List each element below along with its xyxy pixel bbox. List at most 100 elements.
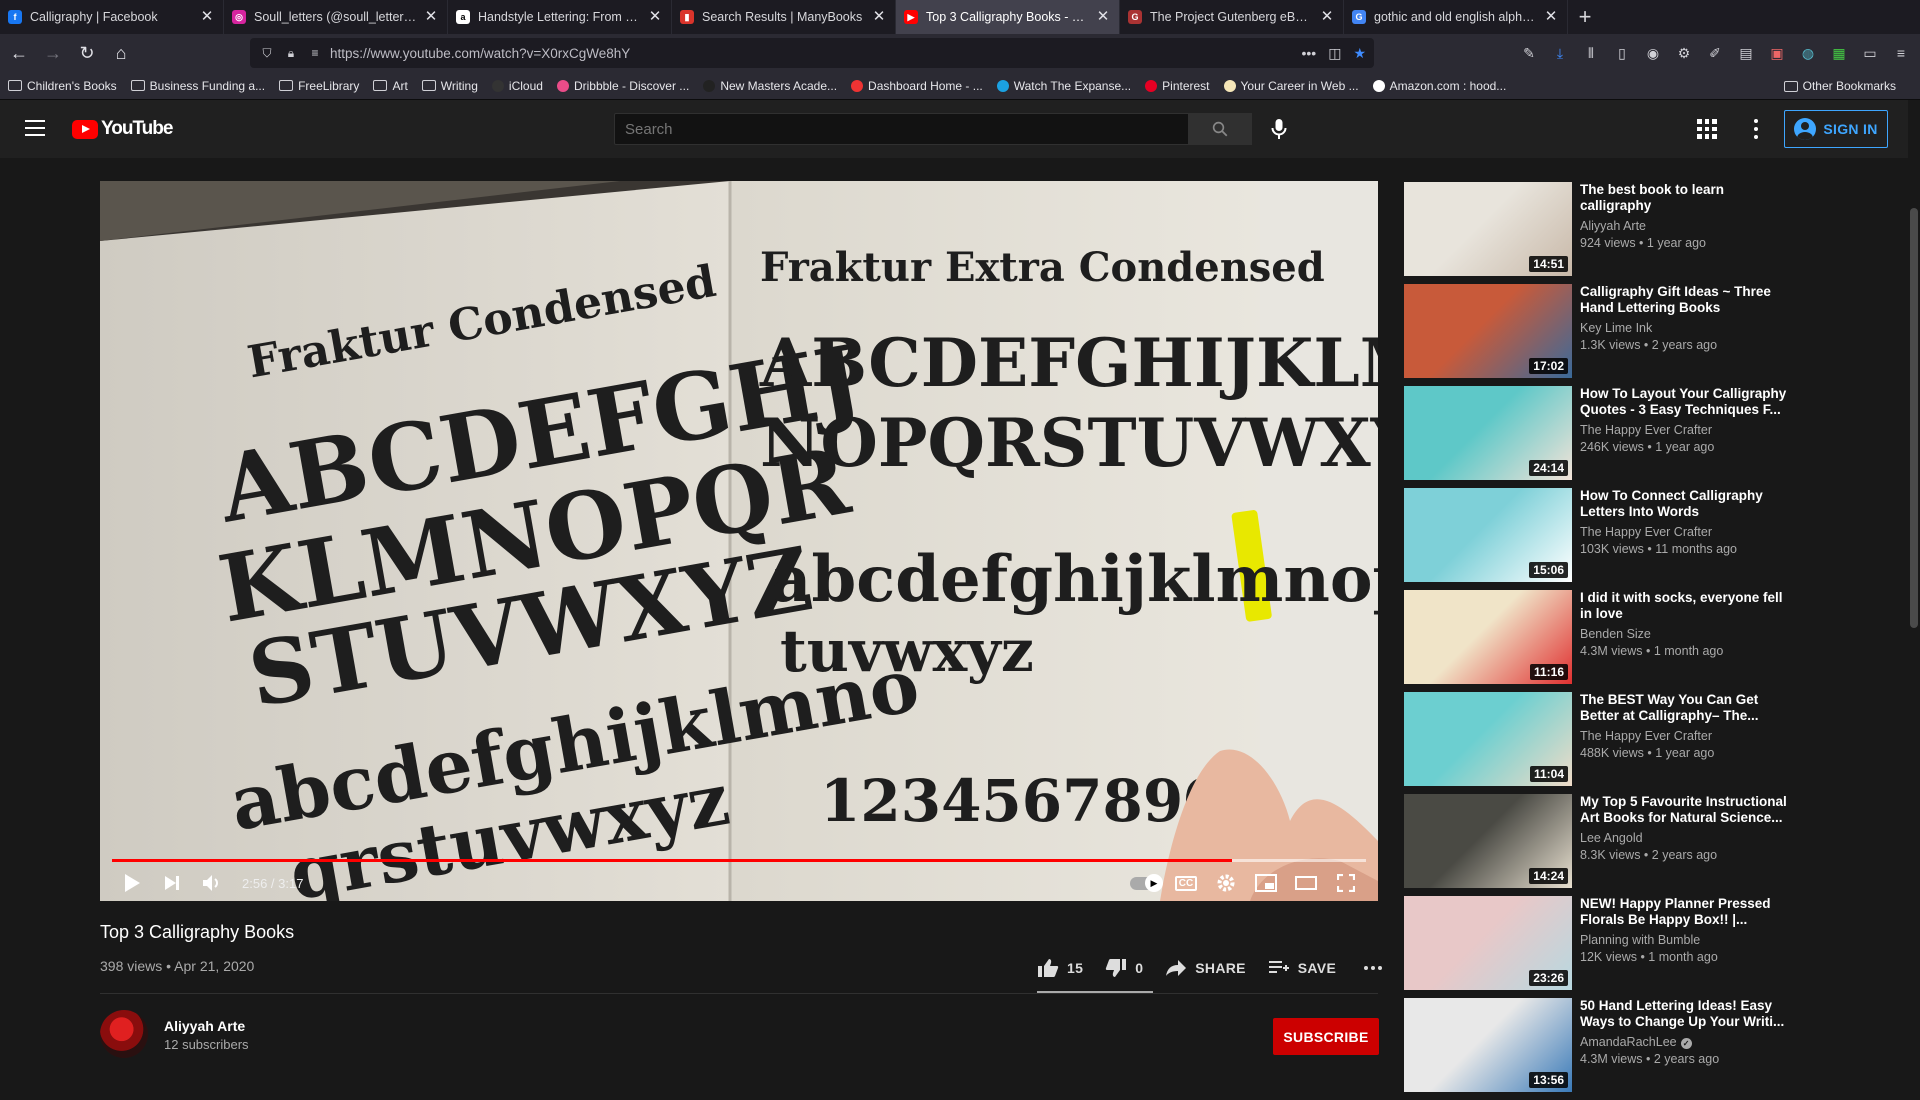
extension-note-icon[interactable]: ▤ [1737, 45, 1755, 62]
page-scrollbar[interactable] [1908, 100, 1920, 1080]
new-tab-icon[interactable]: + [1568, 0, 1602, 34]
related-video-title[interactable]: The best book to learn calligraphy [1580, 182, 1795, 214]
related-video-info[interactable]: The best book to learn calligraphy Aliyya… [1580, 182, 1795, 250]
bookmark-item[interactable]: FreeLibrary [279, 79, 359, 93]
browser-tab[interactable]: ◎ Soull_letters (@soull_letters) • Insta ✕ [224, 0, 448, 34]
sign-in-button[interactable]: SIGN IN [1784, 110, 1888, 148]
video-frame[interactable]: Fraktur Condensed ABCDEFGHJ KLMNOPQR STU… [100, 181, 1378, 901]
browser-tab[interactable]: G The Project Gutenberg eBook of ✕ [1120, 0, 1344, 34]
home-icon[interactable]: ⌂ [106, 38, 136, 68]
progress-bar[interactable] [112, 859, 1366, 862]
video-player[interactable]: Fraktur Condensed ABCDEFGHJ KLMNOPQR STU… [100, 181, 1378, 901]
theater-mode-button[interactable] [1286, 865, 1326, 901]
bookmark-item[interactable]: New Masters Acade... [703, 79, 837, 93]
share-button[interactable]: SHARE [1165, 959, 1246, 977]
related-video-item[interactable]: 24:14 How To Layout Your Calligraphy Quot… [1404, 386, 1904, 488]
bookmark-item[interactable]: Art [373, 79, 408, 93]
bookmark-item[interactable]: Amazon.com : hood... [1372, 79, 1506, 93]
video-thumbnail[interactable]: 14:51 [1404, 182, 1572, 276]
related-video-info[interactable]: The BEST Way You Can Get Better at Calli… [1580, 692, 1795, 760]
extension-screen-icon[interactable]: ▭ [1861, 45, 1879, 62]
extension-globe-icon[interactable]: ◍ [1799, 45, 1817, 62]
close-tab-icon[interactable]: ✕ [1543, 9, 1559, 25]
related-video-item[interactable]: 15:06 How To Connect Calligraphy Letters … [1404, 488, 1904, 590]
library-icon[interactable]: ⫴ [1582, 45, 1600, 62]
more-actions-icon[interactable] [1364, 966, 1383, 970]
settings-kebab-icon[interactable] [1748, 117, 1764, 141]
related-video-info[interactable]: I did it with socks, everyone fell in lo… [1580, 590, 1795, 658]
shield-icon[interactable]: ⛉ [258, 46, 276, 61]
forward-icon[interactable]: → [38, 38, 68, 68]
browser-tab[interactable]: a Handstyle Lettering: From Calligr ✕ [448, 0, 672, 34]
related-video-info[interactable]: NEW! Happy Planner Pressed Florals Be Ha… [1580, 896, 1795, 964]
extension-pen-icon[interactable]: ✐ [1706, 45, 1724, 62]
search-input[interactable] [614, 113, 1189, 145]
video-thumbnail[interactable]: 11:04 [1404, 692, 1572, 786]
related-video-title[interactable]: NEW! Happy Planner Pressed Florals Be Ha… [1580, 896, 1795, 928]
tools-icon[interactable]: ✎ [1520, 45, 1538, 62]
close-tab-icon[interactable]: ✕ [1095, 9, 1111, 25]
menu-icon[interactable]: ≡ [1892, 45, 1910, 61]
video-thumbnail[interactable]: 17:02 [1404, 284, 1572, 378]
permissions-icon[interactable]: ≡ [306, 46, 324, 60]
page-actions-icon[interactable]: ••• [1301, 45, 1316, 62]
browser-tab[interactable]: ▶ Top 3 Calligraphy Books - YouTu ✕ [896, 0, 1120, 34]
related-video-title[interactable]: Calligraphy Gift Ideas ~ Three Hand Lett… [1580, 284, 1795, 316]
channel-name[interactable]: Aliyyah Arte [164, 1018, 245, 1034]
related-video-item[interactable]: 23:26 NEW! Happy Planner Pressed Florals … [1404, 896, 1904, 998]
apps-grid-icon[interactable] [1697, 119, 1717, 139]
extension-sheet-icon[interactable]: ▦ [1830, 45, 1848, 62]
browser-tab[interactable]: ▮ Search Results | ManyBooks ✕ [672, 0, 896, 34]
sidebar-icon[interactable]: ▯ [1613, 45, 1631, 62]
account-icon[interactable]: ◉ [1644, 45, 1662, 62]
bookmark-item[interactable]: Dashboard Home - ... [851, 79, 983, 93]
related-video-info[interactable]: 50 Hand Lettering Ideas! Easy Ways to Ch… [1580, 998, 1795, 1066]
close-tab-icon[interactable]: ✕ [871, 9, 887, 25]
url-bar[interactable]: ⛉ 🔒︎ ≡ https://www.youtube.com/watch?v=X… [250, 38, 1374, 68]
video-thumbnail[interactable]: 23:26 [1404, 896, 1572, 990]
miniplayer-button[interactable] [1246, 865, 1286, 901]
bookmark-item[interactable]: Pinterest [1145, 79, 1210, 93]
close-tab-icon[interactable]: ✕ [199, 9, 215, 25]
bookmark-item[interactable]: Watch The Expanse... [996, 79, 1131, 93]
related-video-info[interactable]: How To Layout Your Calligraphy Quotes - … [1580, 386, 1795, 454]
bookmark-item[interactable]: Business Funding a... [130, 79, 265, 93]
url-text[interactable]: https://www.youtube.com/watch?v=X0rxCgWe… [330, 46, 1301, 61]
related-video-item[interactable]: 14:24 My Top 5 Favourite Instructional Ar… [1404, 794, 1904, 896]
close-tab-icon[interactable]: ✕ [647, 9, 663, 25]
youtube-logo[interactable]: YouTube [72, 118, 173, 140]
bookmark-star-icon[interactable]: ★ [1353, 45, 1366, 62]
video-thumbnail[interactable]: 13:56 [1404, 998, 1572, 1092]
reload-icon[interactable]: ↻ [72, 38, 102, 68]
subscribe-button[interactable]: SUBSCRIBE [1273, 1018, 1379, 1055]
fullscreen-button[interactable] [1326, 865, 1366, 901]
pocket-icon[interactable]: ◫ [1328, 45, 1341, 62]
other-bookmarks[interactable]: Other Bookmarks [1783, 72, 1896, 100]
related-video-info[interactable]: How To Connect Calligraphy Letters Into … [1580, 488, 1795, 556]
lock-icon[interactable]: 🔒︎ [282, 46, 300, 61]
related-video-info[interactable]: Calligraphy Gift Ideas ~ Three Hand Lett… [1580, 284, 1795, 352]
related-video-item[interactable]: 13:56 50 Hand Lettering Ideas! Easy Ways … [1404, 998, 1904, 1100]
related-video-title[interactable]: I did it with socks, everyone fell in lo… [1580, 590, 1795, 622]
dislike-button[interactable]: 0 [1105, 958, 1143, 978]
channel-avatar[interactable] [100, 1010, 148, 1058]
volume-button[interactable] [192, 865, 232, 901]
bookmark-item[interactable]: Children's Books [8, 79, 117, 93]
voice-search-button[interactable] [1264, 113, 1294, 145]
browser-tab[interactable]: Ggothic and old english alphabet ✕ [1344, 0, 1568, 34]
bookmark-item[interactable]: iCloud [491, 79, 543, 93]
scrollbar-thumb[interactable] [1910, 208, 1918, 628]
search-button[interactable] [1188, 113, 1252, 145]
related-video-item[interactable]: 17:02 Calligraphy Gift Ideas ~ Three Hand… [1404, 284, 1904, 386]
video-thumbnail[interactable]: 11:16 [1404, 590, 1572, 684]
hamburger-menu-icon[interactable] [24, 118, 46, 138]
download-icon[interactable]: ⤓ [1551, 45, 1569, 62]
extension-reader-icon[interactable]: ▣ [1768, 45, 1786, 62]
related-video-title[interactable]: How To Layout Your Calligraphy Quotes - … [1580, 386, 1795, 418]
video-thumbnail[interactable]: 14:24 [1404, 794, 1572, 888]
next-button[interactable] [152, 865, 192, 901]
related-video-item[interactable]: 11:16 I did it with socks, everyone fell … [1404, 590, 1904, 692]
bookmark-item[interactable]: Dribbble - Discover ... [556, 79, 689, 93]
related-video-title[interactable]: The BEST Way You Can Get Better at Calli… [1580, 692, 1795, 724]
close-tab-icon[interactable]: ✕ [1319, 9, 1335, 25]
